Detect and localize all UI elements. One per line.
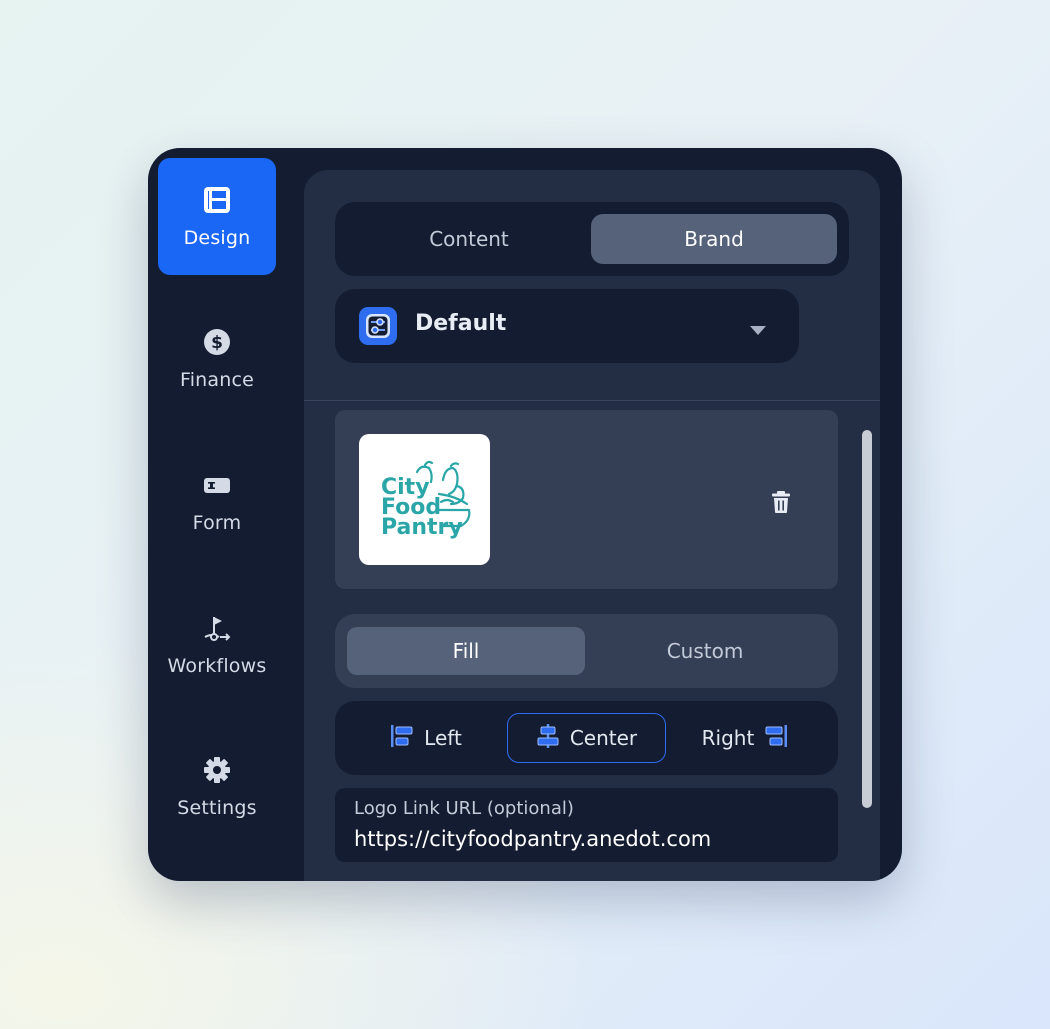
brand-logo-image: City Food Pantry xyxy=(359,434,490,565)
sidebar-item-label: Form xyxy=(192,511,242,534)
workflow-icon xyxy=(202,613,232,643)
sidebar-item-label: Settings xyxy=(177,796,257,819)
logo-text-pantry: Pantry xyxy=(381,515,463,540)
sidebar-item-label: Finance xyxy=(179,368,255,391)
fill-button[interactable]: Fill xyxy=(347,627,585,675)
content-brand-tabs: Content Brand xyxy=(335,202,849,276)
logo-upload-card: City Food Pantry xyxy=(335,410,838,589)
sidebar-item-workflows[interactable]: Workflows xyxy=(158,586,276,703)
align-right-label: Right xyxy=(701,726,755,750)
logo-link-url-label: Logo Link URL (optional) xyxy=(354,798,574,819)
align-center-icon xyxy=(536,723,560,753)
dollar-icon: $ xyxy=(202,327,232,357)
sidebar-item-settings[interactable]: Settings xyxy=(158,728,276,845)
tab-brand[interactable]: Brand xyxy=(591,214,837,264)
section-divider xyxy=(304,400,880,401)
sliders-icon xyxy=(359,307,397,345)
logo-link-url-field: Logo Link URL (optional) xyxy=(335,788,838,862)
svg-text:$: $ xyxy=(211,333,223,353)
sidebar-item-label: Workflows xyxy=(167,654,267,677)
align-center-label: Center xyxy=(569,726,638,750)
gear-icon xyxy=(202,755,232,785)
logo-link-url-input[interactable] xyxy=(354,824,824,854)
logo-alignment-toggle: Left Center Right xyxy=(335,701,838,775)
align-right-icon xyxy=(764,724,788,753)
brand-preset-dropdown[interactable]: Default xyxy=(335,289,799,363)
panel-scrollbar[interactable] xyxy=(862,430,872,808)
logo-fill-toggle: Fill Custom xyxy=(335,614,838,688)
brand-settings-panel: Content Brand Default City Food Pantry F… xyxy=(304,170,880,881)
sidebar-item-label: Design xyxy=(183,226,251,249)
layout-icon xyxy=(202,185,232,215)
align-left-button[interactable]: Left xyxy=(361,713,491,763)
custom-button[interactable]: Custom xyxy=(586,627,824,675)
input-field-icon xyxy=(202,470,232,500)
preset-label: Default xyxy=(415,311,507,336)
sidebar-item-design[interactable]: Design xyxy=(158,158,276,275)
sidebar-item-form[interactable]: Form xyxy=(158,443,276,560)
sidebar-item-finance[interactable]: $ Finance xyxy=(158,300,276,417)
align-center-button[interactable]: Center xyxy=(507,713,666,763)
align-left-label: Left xyxy=(424,726,462,750)
app-window: Design $ Finance Form Workflows Settings… xyxy=(148,148,902,881)
align-right-button[interactable]: Right xyxy=(680,713,810,763)
trash-icon[interactable] xyxy=(771,490,793,514)
tab-content[interactable]: Content xyxy=(346,214,592,264)
align-left-icon xyxy=(390,724,414,753)
chevron-down-icon xyxy=(749,321,767,340)
